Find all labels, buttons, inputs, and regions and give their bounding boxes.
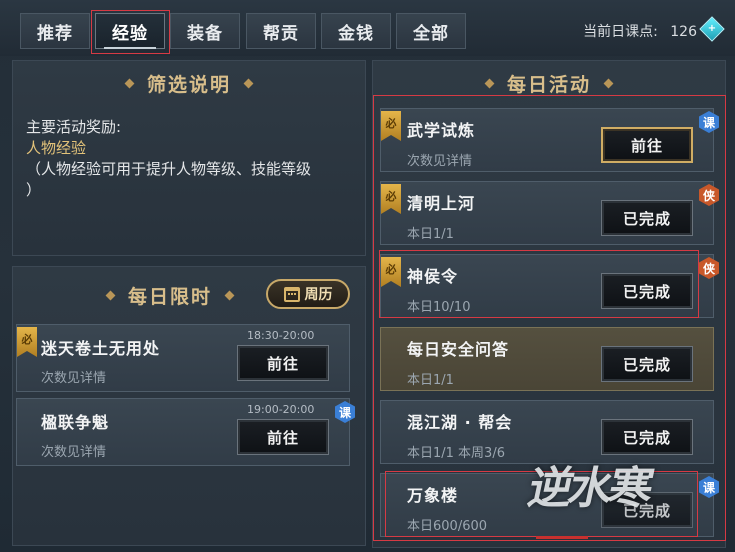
- activity-name: 楹联争魁: [41, 413, 110, 432]
- gem-plus-icon[interactable]: +: [699, 16, 725, 42]
- diamond-icon: [243, 78, 254, 89]
- activity-time: 19:00-20:00: [247, 403, 315, 416]
- timed-title-text: 每日限时: [127, 286, 212, 308]
- shenhou-highlight-box: [379, 250, 699, 318]
- filter-title-text: 筛选说明: [146, 74, 231, 96]
- must-do-icon: 必: [17, 327, 37, 357]
- diamond-icon: [224, 290, 235, 301]
- diamond-icon: [124, 78, 135, 89]
- course-points-value: 126: [670, 24, 697, 40]
- calendar-label: 周历: [304, 287, 333, 303]
- weekly-calendar-button[interactable]: 周历: [266, 279, 350, 309]
- reward-explanation: （人物经验可用于提升人物等级、技能等级: [26, 160, 312, 178]
- daily-panel-title: 每日活动: [372, 70, 726, 97]
- timed-card-yinglian: 楹联争魁 19:00-20:00 次数见详情 前往 课: [16, 398, 355, 466]
- tab-highlight-box: [91, 10, 170, 54]
- game-logo-watermark: 逆水寒: [523, 463, 655, 514]
- diamond-icon: [603, 78, 614, 89]
- filter-panel-title: 筛选说明: [12, 70, 366, 97]
- diamond-icon: [484, 78, 495, 89]
- tab-all[interactable]: 全部: [396, 13, 466, 49]
- tab-equipment[interactable]: 装备: [170, 13, 240, 49]
- tab-bar: 推荐 经验 装备 帮贡 金钱 全部 当前日课点: 126 +: [0, 0, 735, 56]
- tab-guild-contribution[interactable]: 帮贡: [246, 13, 316, 49]
- decorative-red-stroke: [536, 536, 588, 539]
- go-button[interactable]: 前往: [237, 345, 329, 381]
- timed-card-mitian: 必 迷天卷土无用处 18:30-20:00 次数见详情 前往: [16, 324, 350, 392]
- tab-recommend[interactable]: 推荐: [20, 13, 90, 49]
- reward-type: 人物经验: [26, 139, 87, 157]
- calendar-icon: [283, 286, 300, 302]
- activity-name: 迷天卷土无用处: [41, 339, 161, 358]
- filter-description: 主要活动奖励: 人物经验 （人物经验可用于提升人物等级、技能等级 ）: [26, 117, 311, 201]
- activity-count: 次数见详情: [41, 371, 107, 386]
- diamond-icon: [105, 290, 116, 301]
- course-points-label: 当前日课点:: [583, 24, 658, 40]
- course-points: 当前日课点: 126: [583, 21, 697, 41]
- reward-label: 主要活动奖励:: [26, 118, 122, 136]
- activity-count: 次数见详情: [41, 445, 107, 460]
- tab-money[interactable]: 金钱: [321, 13, 391, 49]
- activity-time: 18:30-20:00: [247, 329, 315, 342]
- timed-panel-title: 每日限时: [100, 282, 240, 309]
- daily-title-text: 每日活动: [506, 74, 591, 96]
- reward-explanation-end: ）: [26, 181, 42, 199]
- go-button[interactable]: 前往: [237, 419, 329, 455]
